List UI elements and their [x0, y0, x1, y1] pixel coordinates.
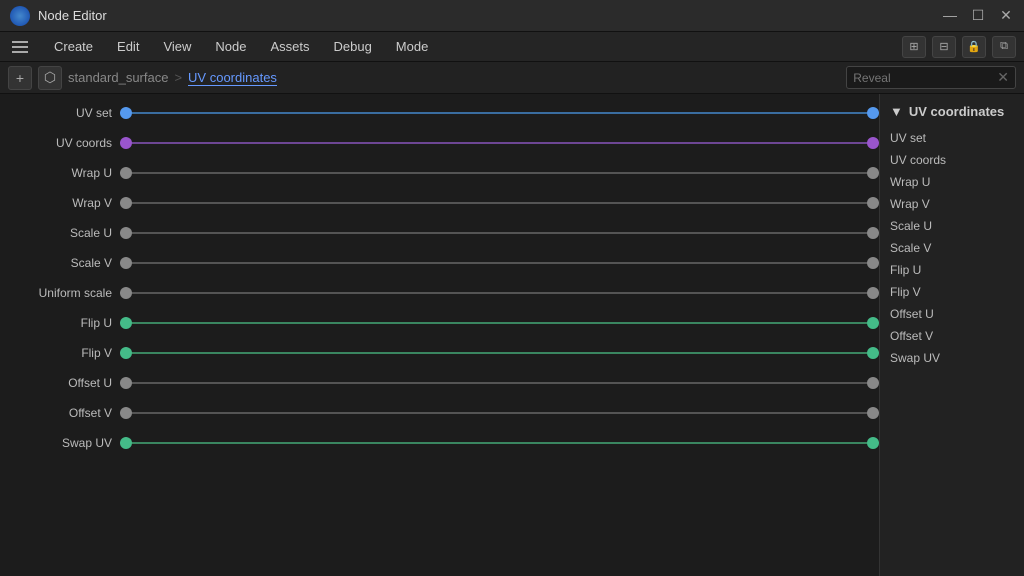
- panel-row[interactable]: Flip V: [880, 281, 1024, 303]
- window-controls: — ☐ ✕: [942, 7, 1014, 24]
- node-row-label: Scale U: [0, 226, 120, 240]
- shape-button[interactable]: ⬡: [38, 66, 62, 90]
- node-row-label: Offset U: [0, 376, 120, 390]
- node-row-label: Scale V: [0, 256, 120, 270]
- node-row: Uniform scale: [0, 278, 879, 308]
- panel-title-text: UV coordinates: [909, 104, 1004, 119]
- app-title: Node Editor: [38, 8, 107, 23]
- node-dot-left[interactable]: [120, 227, 132, 239]
- panel-row[interactable]: Scale U: [880, 215, 1024, 237]
- menu-create[interactable]: Create: [44, 36, 103, 57]
- main-area: UV setUV coordsWrap UWrap VScale UScale …: [0, 94, 1024, 576]
- node-row-label: Flip V: [0, 346, 120, 360]
- add-button[interactable]: +: [8, 66, 32, 90]
- panel-row[interactable]: Wrap U: [880, 171, 1024, 193]
- node-row: Swap UV: [0, 428, 879, 458]
- node-dot-right[interactable]: [867, 197, 879, 209]
- external-icon[interactable]: ⧉: [992, 36, 1016, 58]
- node-canvas: UV set UV coords Wrap U Wrap V Scale U Scale …: [0, 94, 879, 576]
- node-dot-left[interactable]: [120, 137, 132, 149]
- node-dot-left[interactable]: [120, 167, 132, 179]
- menu-node[interactable]: Node: [205, 36, 256, 57]
- node-row: Flip U: [0, 308, 879, 338]
- panel-row[interactable]: UV coords: [880, 149, 1024, 171]
- panel-title: ▼ UV coordinates: [880, 100, 1024, 127]
- panel-right-icon[interactable]: ⊟: [932, 36, 956, 58]
- search-clear-button[interactable]: ✕: [997, 69, 1009, 86]
- node-row: Scale V: [0, 248, 879, 278]
- breadcrumb: standard_surface > UV coordinates: [68, 70, 277, 86]
- node-row-label: Uniform scale: [0, 286, 120, 300]
- hamburger-menu[interactable]: [8, 37, 32, 57]
- menu-view[interactable]: View: [153, 36, 201, 57]
- node-dot-right[interactable]: [867, 107, 879, 119]
- node-dot-left[interactable]: [120, 437, 132, 449]
- node-row-label: Wrap V: [0, 196, 120, 210]
- node-dot-right[interactable]: [867, 137, 879, 149]
- app-icon: [10, 6, 30, 26]
- minimize-button[interactable]: —: [942, 7, 958, 24]
- panel-row[interactable]: Wrap V: [880, 193, 1024, 215]
- node-row: Offset U: [0, 368, 879, 398]
- breadcrumb-current: UV coordinates: [188, 70, 277, 86]
- search-input[interactable]: [853, 71, 993, 85]
- search-box: ✕: [846, 66, 1016, 89]
- node-dot-right[interactable]: [867, 407, 879, 419]
- panel-row[interactable]: Scale V: [880, 237, 1024, 259]
- node-dot-right[interactable]: [867, 437, 879, 449]
- menubar: Create Edit View Node Assets Debug Mode …: [0, 32, 1024, 62]
- node-row-label: Swap UV: [0, 436, 120, 450]
- node-dot-left[interactable]: [120, 377, 132, 389]
- node-dot-left[interactable]: [120, 407, 132, 419]
- panel-row[interactable]: Swap UV: [880, 347, 1024, 369]
- menu-edit[interactable]: Edit: [107, 36, 149, 57]
- node-dot-right[interactable]: [867, 377, 879, 389]
- node-dot-left[interactable]: [120, 197, 132, 209]
- maximize-button[interactable]: ☐: [970, 7, 986, 24]
- panel-rows-container: UV setUV coordsWrap UWrap VScale UScale …: [880, 127, 1024, 369]
- node-row: Flip V: [0, 338, 879, 368]
- menu-debug[interactable]: Debug: [323, 36, 381, 57]
- panel-row[interactable]: Flip U: [880, 259, 1024, 281]
- node-dot-left[interactable]: [120, 257, 132, 269]
- node-row: Wrap U: [0, 158, 879, 188]
- node-row: Scale U: [0, 218, 879, 248]
- menu-mode[interactable]: Mode: [386, 36, 439, 57]
- node-dot-left[interactable]: [120, 347, 132, 359]
- node-row-label: Wrap U: [0, 166, 120, 180]
- node-dot-right[interactable]: [867, 257, 879, 269]
- node-row-label: Offset V: [0, 406, 120, 420]
- close-button[interactable]: ✕: [998, 7, 1014, 24]
- node-dot-left[interactable]: [120, 107, 132, 119]
- toolbar: + ⬡ standard_surface > UV coordinates ✕: [0, 62, 1024, 94]
- node-row: UV coords: [0, 128, 879, 158]
- lock-icon[interactable]: 🔒: [962, 36, 986, 58]
- node-row-label: UV coords: [0, 136, 120, 150]
- menu-assets[interactable]: Assets: [260, 36, 319, 57]
- node-dot-right[interactable]: [867, 227, 879, 239]
- breadcrumb-sep: >: [174, 70, 182, 85]
- panel-row[interactable]: Offset U: [880, 303, 1024, 325]
- menu-icon-group: ⊞ ⊟ 🔒 ⧉: [902, 36, 1016, 58]
- panel-left-icon[interactable]: ⊞: [902, 36, 926, 58]
- node-dot-right[interactable]: [867, 347, 879, 359]
- titlebar: Node Editor — ☐ ✕: [0, 0, 1024, 32]
- panel-row[interactable]: Offset V: [880, 325, 1024, 347]
- node-row-label: Flip U: [0, 316, 120, 330]
- node-dot-left[interactable]: [120, 287, 132, 299]
- node-row: UV set: [0, 98, 879, 128]
- node-dot-right[interactable]: [867, 287, 879, 299]
- right-panel: ▼ UV coordinates UV setUV coordsWrap UWr…: [879, 94, 1024, 576]
- breadcrumb-root[interactable]: standard_surface: [68, 70, 168, 85]
- panel-expand-icon[interactable]: ▼: [890, 104, 903, 119]
- node-row: Wrap V: [0, 188, 879, 218]
- node-dot-left[interactable]: [120, 317, 132, 329]
- node-row-label: UV set: [0, 106, 120, 120]
- node-dot-right[interactable]: [867, 167, 879, 179]
- node-dot-right[interactable]: [867, 317, 879, 329]
- node-rows: UV set UV coords Wrap U Wrap V Scale U Scale …: [0, 94, 879, 458]
- node-row: Offset V: [0, 398, 879, 428]
- panel-row[interactable]: UV set: [880, 127, 1024, 149]
